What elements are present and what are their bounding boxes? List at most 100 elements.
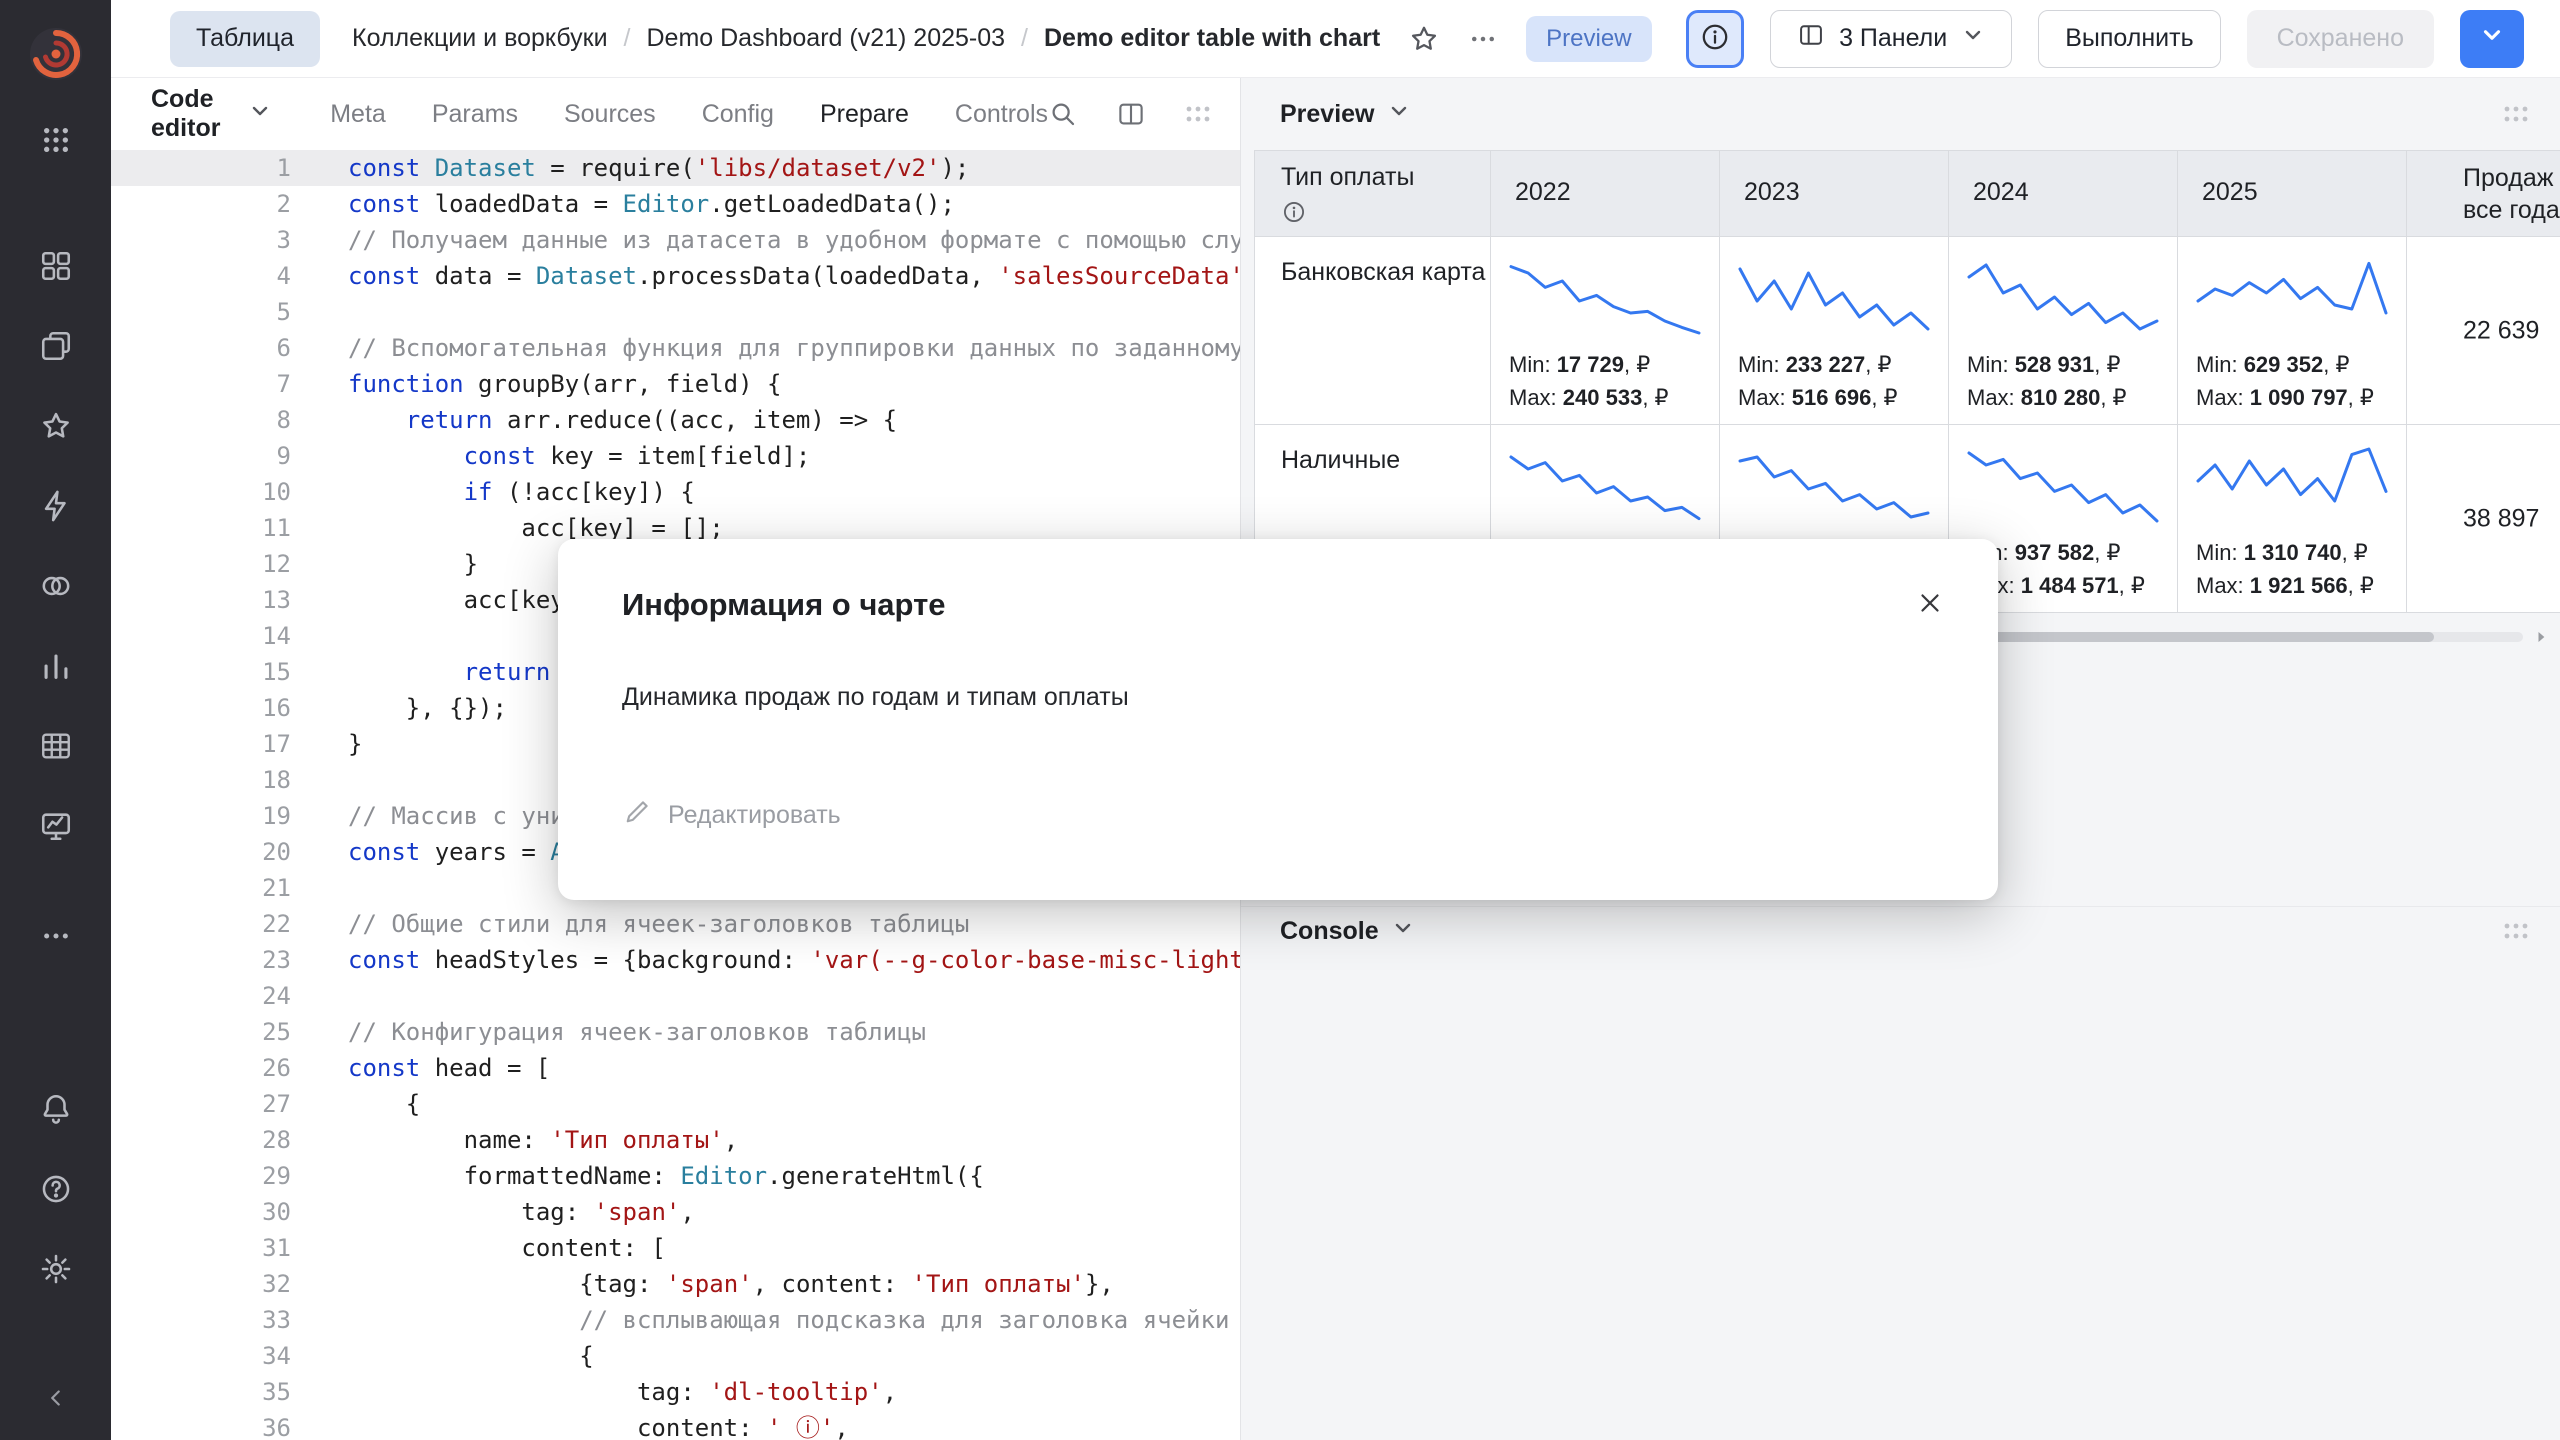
code-line[interactable]: 30 tag: 'span', (111, 1194, 1240, 1230)
save-dropdown-button[interactable] (2460, 10, 2524, 68)
topbar: Таблица Коллекции и воркбуки/Demo Dashbo… (111, 0, 2560, 78)
row-label: Наличные (1255, 425, 1490, 475)
code-line[interactable]: 33 // всплывающая подсказка для заголовк… (111, 1302, 1240, 1338)
code-line[interactable]: 8 return arr.reduce((acc, item) => { (111, 402, 1240, 438)
line-number: 10 (111, 474, 291, 510)
entity-type-chip[interactable]: Таблица (170, 11, 320, 67)
code-line[interactable]: 24 (111, 978, 1240, 1014)
line-number: 22 (111, 906, 291, 942)
code-line[interactable]: 25// Конфигурация ячеек-заголовков табли… (111, 1014, 1240, 1050)
code-line[interactable]: 2const loadedData = Editor.getLoadedData… (111, 186, 1240, 222)
code-line[interactable]: 7function groupBy(arr, field) { (111, 366, 1240, 402)
close-icon[interactable] (1908, 581, 1952, 625)
code-text: name: 'Тип оплаты', (291, 1122, 738, 1158)
notifications-bell-icon[interactable] (34, 1087, 78, 1131)
panels-button[interactable]: 3 Панели (1770, 10, 2012, 68)
tab-controls[interactable]: Controls (955, 100, 1048, 129)
code-line[interactable]: 9 const key = item[field]; (111, 438, 1240, 474)
line-number: 9 (111, 438, 291, 474)
sparkline-cell: Min: 233 227, ₽Max: 516 696, ₽ (1720, 237, 1949, 425)
code-line[interactable]: 34 { (111, 1338, 1240, 1374)
charts-icon[interactable] (34, 644, 78, 688)
breadcrumb-item[interactable]: Коллекции и воркбуки (352, 24, 608, 53)
line-number: 36 (111, 1410, 291, 1440)
tab-params[interactable]: Params (432, 100, 518, 129)
breadcrumb-item[interactable]: Demo Dashboard (v21) 2025-03 (647, 24, 1006, 53)
console-section-toggle[interactable]: Console (1280, 916, 1415, 947)
preview-section-toggle[interactable]: Preview (1280, 99, 1411, 130)
run-button[interactable]: Выполнить (2038, 10, 2220, 68)
chart-info-button[interactable] (1686, 10, 1744, 68)
code-line[interactable]: 6// Вспомогательная функция для группиро… (111, 330, 1240, 366)
code-line[interactable]: 5 (111, 294, 1240, 330)
sparkline-chart (2192, 439, 2392, 536)
code-text (291, 618, 348, 654)
code-line[interactable]: 3// Получаем данные из датасета в удобно… (111, 222, 1240, 258)
app-logo[interactable] (27, 25, 85, 88)
search-icon[interactable] (1048, 99, 1078, 129)
linked-circles-icon[interactable] (34, 564, 78, 608)
line-number: 33 (111, 1302, 291, 1338)
more-icon[interactable] (34, 914, 78, 958)
code-line[interactable]: 29 formattedName: Editor.generateHtml({ (111, 1158, 1240, 1194)
tables-icon[interactable] (34, 724, 78, 768)
apps-grid-icon[interactable] (34, 118, 78, 162)
favorite-star-icon[interactable] (1408, 23, 1440, 55)
code-line[interactable]: 27 { (111, 1086, 1240, 1122)
code-line[interactable]: 4const data = Dataset.processData(loaded… (111, 258, 1240, 294)
sparkline-chart (1963, 439, 2163, 536)
line-number: 27 (111, 1086, 291, 1122)
tab-prepare[interactable]: Prepare (820, 100, 909, 129)
code-line[interactable]: 26const head = [ (111, 1050, 1240, 1086)
code-line[interactable]: 35 tag: 'dl-tooltip', (111, 1374, 1240, 1410)
sparkline-chart (1734, 439, 1934, 536)
collapse-sidebar-icon[interactable] (34, 1381, 78, 1415)
drag-handle-icon[interactable] (2502, 104, 2530, 124)
editor-mode-dropdown[interactable]: Code editor (151, 85, 272, 143)
chevron-down-icon (1391, 916, 1415, 947)
tab-config[interactable]: Config (702, 100, 774, 129)
help-icon[interactable] (34, 1167, 78, 1211)
more-options-icon[interactable] (1468, 24, 1498, 54)
dashboards-icon[interactable] (34, 244, 78, 288)
code-line[interactable]: 36 content: ' ⓘ', (111, 1410, 1240, 1440)
drag-handle-icon[interactable] (2502, 921, 2530, 941)
chevron-down-icon (1961, 23, 1985, 54)
code-line[interactable]: 1const Dataset = require('libs/dataset/v… (111, 150, 1240, 186)
chevron-down-icon (1387, 99, 1411, 130)
editor-lightning-icon[interactable] (34, 484, 78, 528)
code-text: // Общие стили для ячеек-заголовков табл… (291, 906, 969, 942)
table-header-row: Тип оплаты2022202320242025Продажвсе года (1254, 150, 2560, 237)
code-line[interactable]: 31 content: [ (111, 1230, 1240, 1266)
total-value: 22 639 (2463, 316, 2539, 345)
monitoring-icon[interactable] (34, 804, 78, 848)
line-number: 30 (111, 1194, 291, 1230)
line-number: 4 (111, 258, 291, 294)
tab-meta[interactable]: Meta (330, 100, 386, 129)
sparkline-chart (1505, 439, 1705, 536)
code-line[interactable]: 28 name: 'Тип оплаты', (111, 1122, 1240, 1158)
line-number: 32 (111, 1266, 291, 1302)
code-text: }, {}); (291, 690, 507, 726)
code-line[interactable]: 32 {tag: 'span', content: 'Тип оплаты'}, (111, 1266, 1240, 1302)
edit-button[interactable]: Редактировать (622, 797, 841, 834)
collections-icon[interactable] (34, 324, 78, 368)
column-header-total: Продажвсе года (2407, 150, 2560, 237)
info-icon[interactable] (1281, 199, 1307, 225)
code-line[interactable]: 22// Общие стили для ячеек-заголовков та… (111, 906, 1240, 942)
code-text: // Вспомогательная функция для группиров… (291, 330, 1240, 366)
settings-gear-icon[interactable] (34, 1247, 78, 1291)
code-text: } (291, 726, 362, 762)
breadcrumb-item[interactable]: Demo editor table with chart (1044, 24, 1380, 53)
scroll-right-icon[interactable] (2531, 627, 2551, 647)
topbar-actions: 3 Панели Выполнить Сохранено (1686, 10, 2524, 68)
code-text: const Dataset = require('libs/dataset/v2… (291, 150, 969, 186)
drag-handle-icon[interactable] (1184, 104, 1212, 124)
split-view-icon[interactable] (1116, 99, 1146, 129)
favorites-star-icon[interactable] (34, 404, 78, 448)
tab-sources[interactable]: Sources (564, 100, 656, 129)
code-line[interactable]: 10 if (!acc[key]) { (111, 474, 1240, 510)
line-number: 17 (111, 726, 291, 762)
code-line[interactable]: 23const headStyles = {background: 'var(-… (111, 942, 1240, 978)
line-number: 20 (111, 834, 291, 870)
